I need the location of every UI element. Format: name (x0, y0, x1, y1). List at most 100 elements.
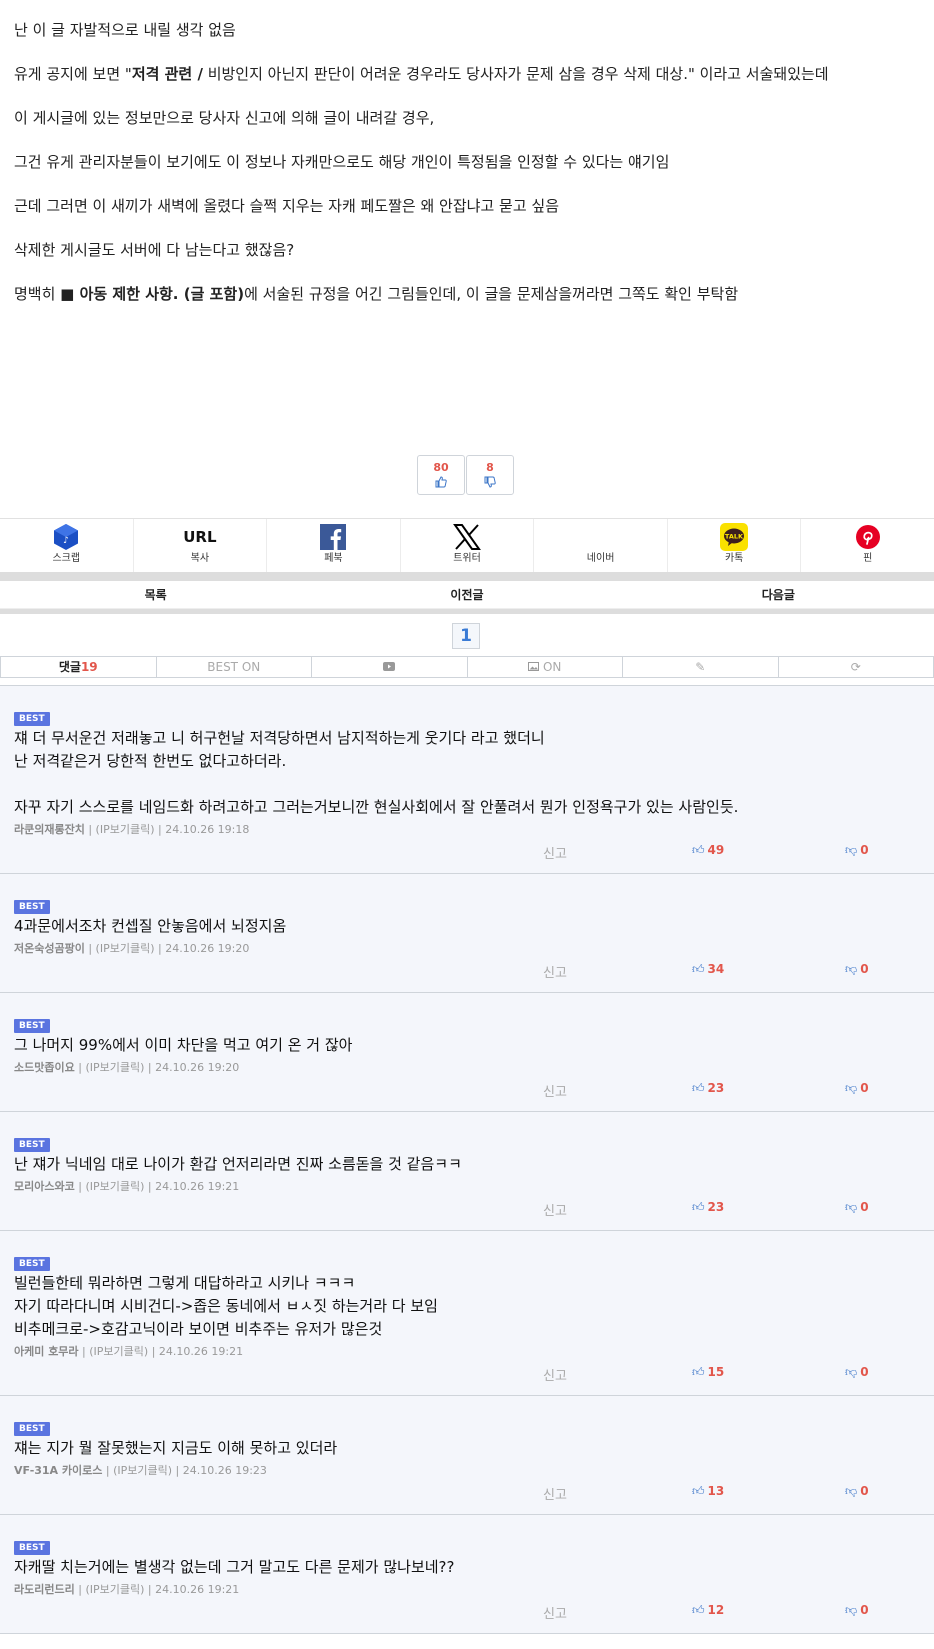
image-toggle[interactable]: ON (468, 657, 623, 677)
comment-actions: 신고 👍︎ 13 👎︎ 0 (14, 1480, 920, 1514)
thumbs-up-icon: 👍︎ (692, 1200, 705, 1214)
best-badge: BEST (14, 900, 50, 914)
list-link[interactable]: 목록 (0, 581, 311, 608)
report-button[interactable]: 신고 (543, 1365, 567, 1384)
article-line: 난 이 글 자발적으로 내릴 생각 없음 (14, 21, 236, 39)
ip-view-link[interactable]: (IP보기클릭) (85, 1180, 144, 1193)
share-bar: ♪ 스크랩 URL 복사 페북 트위터 네이버 TALK 카톡 핀 (0, 518, 934, 572)
best-badge: BEST (14, 712, 50, 726)
comment-date: 24.10.26 19:21 (158, 1345, 244, 1358)
article-line: 이 게시글에 있는 정보만으로 당사자 신고에 의해 글이 내려갈 경우, (14, 109, 435, 127)
ip-view-link[interactable]: (IP보기클릭) (96, 942, 155, 955)
comment-text: 난 쟤가 닉네임 대로 나이가 환갑 언저리라면 진짜 소름돋을 것 같음ㅋㅋ (14, 1155, 462, 1173)
comment-author[interactable]: VF-31A 카이로스 (14, 1464, 102, 1477)
comment-item: BEST 난 쟤가 닉네임 대로 나이가 환갑 언저리라면 진짜 소름돋을 것 … (0, 1112, 934, 1231)
comment-author[interactable]: 모리아스와코 (14, 1180, 75, 1193)
comment-meta: 라쿤의재롱잔치 | (IP보기클릭) | 24.10.26 19:18 (14, 823, 250, 836)
ip-view-link[interactable]: (IP보기클릭) (85, 1583, 144, 1596)
comment-downvote-button[interactable]: 👎︎ 0 (845, 1603, 869, 1618)
downvote-count: 8 (486, 461, 494, 474)
facebook-icon (267, 522, 400, 552)
comment-downvote-button[interactable]: 👎︎ 0 (845, 1200, 869, 1215)
comment-upvote-button[interactable]: 👍︎ 23 (692, 1200, 724, 1215)
thumbs-down-icon: 👎︎ (845, 1200, 858, 1214)
share-naver-button[interactable]: 네이버 (534, 519, 668, 572)
comment-upvote-button[interactable]: 👍︎ 23 (692, 1081, 724, 1096)
comment-downvote-button[interactable]: 👎︎ 0 (845, 843, 869, 858)
article-line: 그건 유게 관리자분들이 보기에도 이 정보나 자캐만으로도 해당 개인이 특정… (14, 153, 670, 171)
best-badge: BEST (14, 1422, 50, 1436)
comment-list: BEST 쟤 더 무서운건 저래놓고 니 허구헌날 저격당하면서 남지적하는게 … (0, 685, 934, 1634)
prev-post-link[interactable]: 이전글 (311, 581, 622, 608)
downvote-button[interactable]: 8 (466, 455, 514, 495)
comment-date: 24.10.26 19:21 (155, 1583, 240, 1596)
comment-meta: 아케미 호무라 | (IP보기클릭) | 24.10.26 19:21 (14, 1345, 244, 1358)
best-badge: BEST (14, 1019, 50, 1033)
comment-item: BEST 빌런들한테 뭐라하면 그렇게 대답하라고 시키나 ㅋㅋㅋ 자기 따라다… (0, 1231, 934, 1396)
comments-tab[interactable]: 댓글19 (1, 657, 157, 677)
comment-meta: VF-31A 카이로스 | (IP보기클릭) | 24.10.26 19:23 (14, 1464, 267, 1477)
comment-author[interactable]: 소드맛좁이요 (14, 1061, 75, 1074)
comment-text: 빌런들한테 뭐라하면 그렇게 대답하라고 시키나 ㅋㅋㅋ 자기 따라다니며 시비… (14, 1274, 438, 1338)
article-line: 삭제한 게시글도 서버에 다 남는다고 했잖음? (14, 241, 295, 259)
comment-text: 쟤는 지가 뭘 잘못했는지 지금도 이해 못하고 있더라 (14, 1439, 338, 1457)
comment-date: 24.10.26 19:18 (165, 823, 250, 836)
report-button[interactable]: 신고 (543, 1200, 567, 1219)
divider (0, 609, 934, 614)
report-button[interactable]: 신고 (543, 1081, 567, 1100)
comment-downvote-button[interactable]: 👎︎ 0 (845, 1365, 869, 1380)
post-navigation: 목록 이전글 다음글 (0, 581, 934, 609)
comment-page-current[interactable]: 1 (452, 623, 480, 649)
thumbs-up-icon: 👍︎ (692, 962, 705, 976)
comment-text: 4과문에서조차 컨셉질 안놓음에서 뇌정지옴 (14, 917, 287, 935)
comment-downvote-button[interactable]: 👎︎ 0 (845, 962, 869, 977)
share-kakaotalk-button[interactable]: TALK 카톡 (668, 519, 802, 572)
pencil-icon: ✎ (695, 660, 706, 674)
comment-upvote-button[interactable]: 👍︎ 12 (692, 1603, 724, 1618)
article-line: 명백히 ■ 아동 제한 사항. (글 포함)에 서술된 규정을 어긴 그림들인데… (14, 285, 739, 303)
thumbs-down-icon: 👎︎ (845, 1081, 858, 1095)
refresh-button[interactable]: ⟳ (779, 657, 934, 677)
comment-upvote-button[interactable]: 👍︎ 49 (692, 843, 724, 858)
image-icon (528, 660, 540, 674)
comment-downvote-button[interactable]: 👎︎ 0 (845, 1484, 869, 1499)
next-post-link[interactable]: 다음글 (623, 581, 934, 608)
kakaotalk-icon: TALK (668, 522, 801, 552)
write-comment-button[interactable]: ✎ (623, 657, 779, 677)
video-toggle[interactable] (312, 657, 468, 677)
report-button[interactable]: 신고 (543, 843, 567, 862)
comment-upvote-button[interactable]: 👍︎ 15 (692, 1365, 724, 1380)
comment-downvote-button[interactable]: 👎︎ 0 (845, 1081, 869, 1096)
comment-author[interactable]: 라쿤의재롱잔치 (14, 823, 85, 836)
report-button[interactable]: 신고 (543, 1484, 567, 1503)
ip-view-link[interactable]: (IP보기클릭) (89, 1345, 148, 1358)
share-pinterest-button[interactable]: 핀 (801, 519, 934, 572)
svg-text:TALK: TALK (725, 533, 744, 541)
comment-actions: 신고 👍︎ 23 👎︎ 0 (14, 1077, 920, 1111)
share-facebook-button[interactable]: 페북 (267, 519, 401, 572)
share-scrap-button[interactable]: ♪ 스크랩 (0, 519, 134, 572)
upvote-button[interactable]: 80 (417, 455, 465, 495)
comment-upvote-button[interactable]: 👍︎ 13 (692, 1484, 724, 1499)
thumbs-down-icon (467, 476, 513, 491)
share-url-button[interactable]: URL 복사 (134, 519, 268, 572)
comment-author[interactable]: 저온숙성곰팡이 (14, 942, 85, 955)
comment-author[interactable]: 아케미 호무라 (14, 1345, 79, 1358)
comment-author[interactable]: 라도리런드리 (14, 1583, 75, 1596)
comment-upvote-button[interactable]: 👍︎ 34 (692, 962, 724, 977)
vote-box: 80 8 (417, 455, 514, 495)
report-button[interactable]: 신고 (543, 1603, 567, 1622)
ip-view-link[interactable]: (IP보기클릭) (85, 1061, 144, 1074)
comment-text: 자캐딸 치는거에는 별생각 없는데 그거 말고도 다른 문제가 많나보네?? (14, 1558, 455, 1576)
best-badge: BEST (14, 1138, 50, 1152)
thumbs-down-icon: 👎︎ (845, 843, 858, 857)
article-line: 근데 그러면 이 새끼가 새벽에 올렸다 슬쩍 지우는 자캐 페도짤은 왜 안잡… (14, 197, 559, 215)
best-badge: BEST (14, 1541, 50, 1555)
comment-meta: 모리아스와코 | (IP보기클릭) | 24.10.26 19:21 (14, 1180, 240, 1193)
comment-meta: 저온숙성곰팡이 | (IP보기클릭) | 24.10.26 19:20 (14, 942, 250, 955)
share-twitter-button[interactable]: 트위터 (401, 519, 535, 572)
best-toggle[interactable]: BEST ON (157, 657, 312, 677)
report-button[interactable]: 신고 (543, 962, 567, 981)
ip-view-link[interactable]: (IP보기클릭) (113, 1464, 172, 1477)
ip-view-link[interactable]: (IP보기클릭) (96, 823, 155, 836)
